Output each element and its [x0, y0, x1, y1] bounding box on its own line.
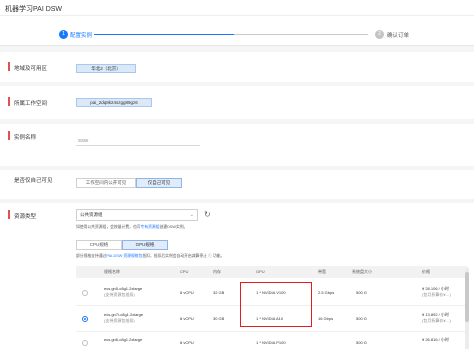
spec-package-link[interactable]: PAI-DSW 资源规格包 — [106, 254, 142, 258]
scrollbar-thumb[interactable] — [465, 272, 469, 322]
chevron-down-icon: ⌄ — [189, 212, 194, 218]
spec-cpu: 8 vCPU — [180, 316, 194, 321]
required-marker — [8, 210, 10, 219]
resource-pool-select[interactable]: 公共资源组 ⌄ — [76, 209, 198, 221]
spec-bandwidth: 2.5 Gbps — [318, 290, 335, 295]
visibility-option-workspace[interactable]: 工作空间内公开可见 — [76, 178, 136, 188]
step-1-label: 配置实例 — [70, 33, 93, 39]
column-header-memory: 内存 — [213, 269, 221, 274]
table-scrollbar[interactable] — [465, 268, 469, 349]
step-2-dot: 2 — [375, 30, 384, 39]
workspace-label: 所属工作空间 — [14, 101, 48, 107]
workspace-chip[interactable]: pai_2dq8k24szgg89gz6 — [76, 98, 152, 107]
table-header — [76, 266, 468, 278]
required-marker — [8, 62, 10, 71]
step-2-label: 确认订单 — [387, 33, 410, 39]
spec-name: ecs.gn7i-c8g1.2xlarge — [104, 312, 144, 317]
hint-suffix: 创建DSW实例。 — [159, 225, 188, 229]
spec-price: ¥ 26.816 / 小时 — [422, 337, 449, 342]
spec-bandwidth: 16 Gbps — [318, 316, 334, 321]
spec-name: ecs.gn6-c8g1.2xlarge — [104, 337, 143, 342]
required-marker — [8, 131, 10, 140]
tab-cpu-spec[interactable]: CPU规格 — [76, 240, 122, 250]
tab-gpu-spec[interactable]: GPU规格 — [122, 240, 168, 250]
instance-name-label: 实例名称 — [14, 135, 37, 141]
step-1-dot: 1 — [59, 30, 68, 39]
spec-cpu: 8 vCPU — [180, 290, 194, 295]
spec-sub: (支持资源包抵扣) — [104, 292, 135, 297]
region-section — [0, 52, 474, 82]
top-bar: 机器学习PAI DSW — [0, 0, 474, 16]
column-header-disk: 系统盘大小 — [352, 269, 372, 274]
row-radio[interactable] — [82, 340, 88, 346]
spec-name: ecs.gn5-c8g1.2xlarge — [104, 286, 143, 291]
row-radio[interactable] — [82, 290, 88, 296]
instance-name-input[interactable]: SSW — [76, 136, 200, 146]
column-header-gpu: GPU — [256, 269, 265, 274]
region-chip[interactable]: 华北2（北京） — [76, 64, 136, 73]
spec-sub: (支持资源包抵扣) — [104, 318, 135, 323]
resource-type-label: 资源类型 — [14, 214, 37, 220]
app-title: 机器学习PAI DSW — [5, 6, 63, 13]
hint-prefix: 如使用公共资源组，会按量计费，也可 — [76, 225, 141, 229]
dedicated-pool-link[interactable]: 专有资源组 — [141, 225, 160, 229]
note-prefix: 部分规格支持通过 — [76, 254, 107, 258]
instance-name-section — [0, 124, 474, 166]
spec-price-sub: (包月折算价¥…) — [422, 318, 451, 323]
column-header-price: 价格 — [422, 269, 430, 274]
gpu-highlight-box — [240, 282, 312, 327]
spec-memory: 30 GB — [213, 316, 225, 321]
table-row[interactable]: ecs.gn6-c8g1.2xlarge 8 vCPU 1 * NVIDIA P… — [76, 332, 468, 349]
refresh-icon[interactable]: ↻ — [204, 210, 211, 219]
spec-package-note: 部分规格支持通过PAI-DSW 资源规格包抵扣，抵扣后实例会自动开启减算停止 ⓘ… — [76, 254, 224, 259]
column-header-cpu: CPU — [180, 269, 189, 274]
step-remaining-line — [234, 34, 368, 35]
step-progress-line — [94, 34, 234, 35]
visibility-section — [0, 170, 474, 199]
column-header-name: 规格名称 — [104, 269, 120, 274]
spec-memory: 32 GB — [213, 290, 225, 295]
resource-pool-hint: 如使用公共资源组，会按量计费，也可专有资源组创建DSW实例。 — [76, 225, 187, 230]
spec-price-sub: (包月折算价¥…) — [422, 292, 451, 297]
column-header-bandwidth: 带宽 — [318, 269, 326, 274]
row-radio[interactable] — [82, 316, 88, 322]
spec-disk: 500 G — [356, 340, 367, 345]
spec-cpu: 8 vCPU — [180, 340, 194, 345]
visibility-label: 是否仅自己可见 — [14, 178, 53, 184]
spec-gpu: 1 * NVIDIA P100 — [256, 340, 286, 345]
workspace-section — [0, 86, 474, 119]
spec-disk: 500 G — [356, 290, 367, 295]
page: 机器学习PAI DSW 1 配置实例 2 确认订单 地域及可用区 华北2（北京）… — [0, 0, 474, 349]
spec-disk: 500 G — [356, 316, 367, 321]
note-suffix: 抵扣，抵扣后实例会自动开启减算停止 ⓘ 功能。 — [142, 254, 225, 258]
resource-pool-value: 公共资源组 — [80, 212, 103, 217]
required-marker — [8, 97, 10, 106]
visibility-option-private[interactable]: 仅自己可见 — [136, 178, 182, 188]
region-label: 地域及可用区 — [14, 66, 48, 72]
